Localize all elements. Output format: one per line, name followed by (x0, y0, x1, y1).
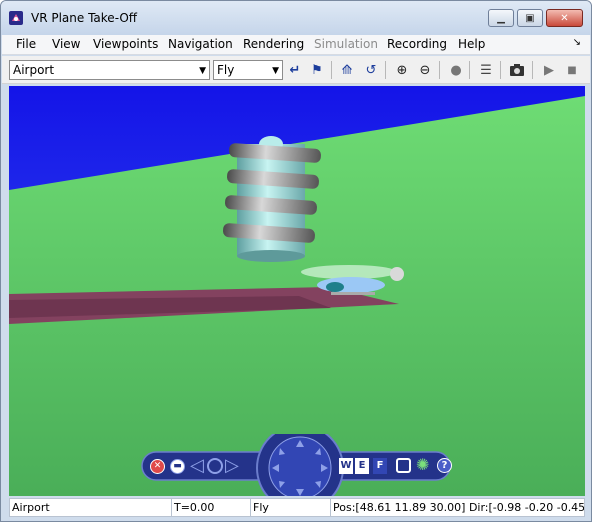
toolbar-separator (385, 61, 386, 79)
capture-options-icon[interactable]: ☰ (477, 61, 495, 79)
menu-recording[interactable]: Recording (387, 37, 447, 51)
status-viewpoint: Airport (10, 499, 172, 516)
navigation-mode-select[interactable]: Fly ▼ (213, 60, 283, 80)
walk-mode-button[interactable]: W (339, 458, 353, 474)
next-arrow-icon: ▷ (225, 455, 239, 476)
vr-app-icon (9, 11, 23, 25)
maximize-window-button[interactable]: ▣ (517, 9, 543, 27)
previous-viewpoint-button[interactable]: ◁ (190, 456, 204, 476)
maximize-icon: ▣ (525, 12, 535, 24)
zoom-in-icon[interactable]: ⊕ (393, 61, 411, 79)
menu-viewpoints[interactable]: Viewpoints (93, 37, 158, 51)
minimize-panel-button[interactable]: ▬ (170, 459, 185, 474)
window-title: VR Plane Take-Off (31, 11, 138, 25)
close-panel-icon: ✕ (153, 461, 162, 471)
play-icon[interactable]: ▶ (540, 61, 558, 79)
toolbar-separator (532, 61, 533, 79)
menu-file[interactable]: File (16, 37, 36, 51)
return-to-viewpoint-icon[interactable]: ↵ (286, 61, 304, 79)
viewpoint-select[interactable]: Airport ▼ (9, 60, 210, 80)
status-navigation-mode: Fly (251, 499, 331, 516)
minimize-panel-icon: ▬ (173, 461, 182, 471)
menu-overflow-icon[interactable]: ↘ (573, 37, 581, 48)
toolbar-separator (469, 61, 470, 79)
toolbar-separator (500, 61, 501, 79)
help-icon[interactable]: ? (437, 458, 452, 473)
title-bar[interactable]: VR Plane Take-Off ▁ ▣ ✕ (1, 1, 591, 35)
undo-move-icon[interactable]: ↺ (362, 61, 380, 79)
close-icon: ✕ (560, 12, 569, 24)
toolbar: Airport ▼ Fly ▼ ↵ ⚑ ⟰ ↺ ⊕ ⊖ ● ☰ ▶ ■ (2, 56, 590, 84)
headlight-icon[interactable]: ✺ (416, 456, 429, 474)
snapshot-camera-icon[interactable] (508, 61, 526, 79)
menu-rendering[interactable]: Rendering (243, 37, 304, 51)
menu-help[interactable]: Help (458, 37, 485, 51)
navigation-mode-value: Fly (217, 63, 235, 77)
menu-navigation[interactable]: Navigation (168, 37, 233, 51)
next-viewpoint-button[interactable]: ▷ (225, 456, 239, 476)
vr-scene-canvas[interactable]: ✕ ▬ ◁ ▷ W E F ✺ ? (9, 86, 585, 496)
chevron-down-icon: ▼ (199, 66, 206, 76)
fly-mode-button[interactable]: F (373, 458, 387, 474)
toolbar-separator (331, 61, 332, 79)
stop-icon[interactable]: ■ (563, 61, 581, 79)
menu-bar: File View Viewpoints Navigation Renderin… (2, 35, 590, 55)
close-panel-button[interactable]: ✕ (150, 459, 165, 474)
chevron-down-icon: ▼ (272, 66, 279, 76)
straighten-up-icon[interactable]: ⟰ (338, 61, 356, 79)
examine-mode-button[interactable]: E (355, 458, 369, 474)
minimize-icon: ▁ (497, 12, 505, 24)
create-viewpoint-icon[interactable]: ⚑ (308, 61, 326, 79)
navigation-panel: ✕ ▬ ◁ ▷ W E F ✺ ? (140, 424, 454, 496)
navigation-wheel[interactable] (270, 438, 330, 496)
record-icon[interactable]: ● (447, 61, 465, 79)
zoom-out-icon[interactable]: ⊖ (416, 61, 434, 79)
viewpoint-select-value: Airport (13, 63, 55, 77)
close-window-button[interactable]: ✕ (546, 9, 583, 27)
toolbar-separator (439, 61, 440, 79)
status-time: T=0.00 (172, 499, 251, 516)
previous-arrow-icon: ◁ (190, 455, 204, 476)
toggle-view-icon[interactable] (396, 458, 411, 473)
app-window: VR Plane Take-Off ▁ ▣ ✕ File View Viewpo… (0, 0, 592, 522)
menu-view[interactable]: View (52, 37, 80, 51)
status-bar: Airport T=0.00 Fly Pos:[48.61 11.89 30.0… (9, 498, 585, 517)
minimize-window-button[interactable]: ▁ (488, 9, 514, 27)
status-position: Pos:[48.61 11.89 30.00] Dir:[-0.98 -0.20… (333, 501, 584, 514)
go-to-default-viewpoint-button[interactable] (207, 458, 223, 474)
menu-simulation[interactable]: Simulation (314, 37, 378, 51)
